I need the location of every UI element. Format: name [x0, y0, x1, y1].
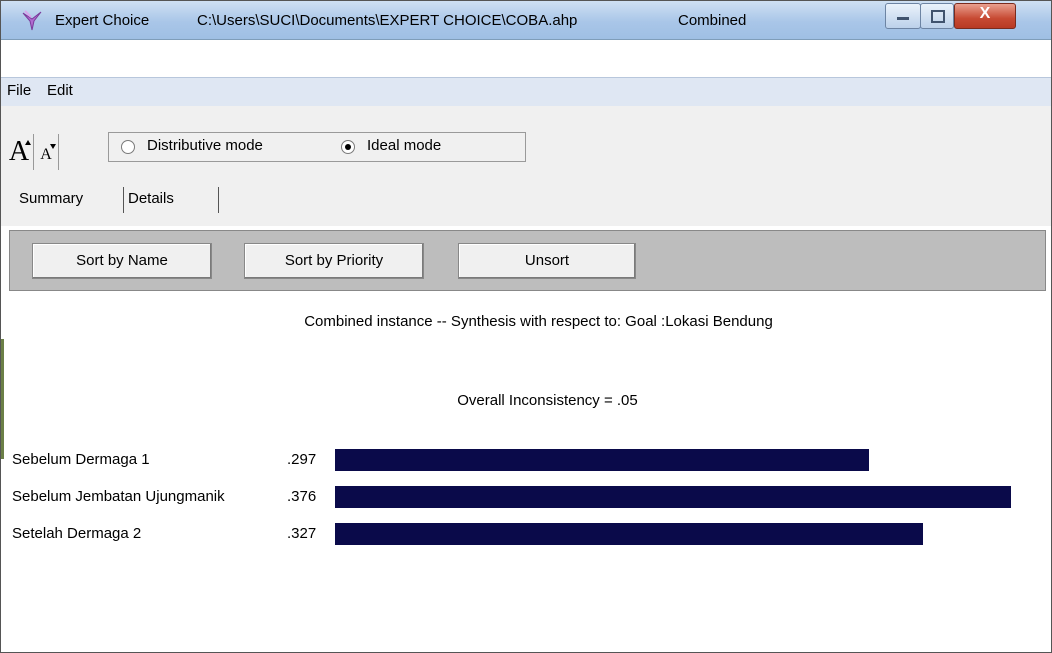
close-button[interactable]: X — [954, 3, 1016, 29]
priority-bar — [335, 486, 1011, 508]
minimize-icon — [897, 17, 909, 20]
decrease-font-button[interactable]: A — [33, 134, 59, 170]
maximize-icon — [931, 10, 945, 23]
tab-divider — [218, 187, 219, 213]
mode-radio-group: Distributive mode Ideal mode — [108, 132, 526, 162]
synthesis-panel: Combined instance -- Synthesis with resp… — [1, 291, 1051, 652]
alternative-priority-value: .297 — [287, 451, 317, 468]
synthesis-title: Combined instance -- Synthesis with resp… — [304, 313, 773, 330]
increase-font-button[interactable]: A — [7, 134, 31, 170]
ideal-mode-radio[interactable] — [341, 140, 355, 154]
unsort-button[interactable]: Unsort — [458, 243, 636, 279]
sort-by-priority-button[interactable]: Sort by Priority — [244, 243, 424, 279]
alternative-priority-value: .327 — [287, 525, 317, 542]
tab-divider — [123, 187, 124, 213]
expert-choice-logo-icon — [22, 10, 42, 31]
menu-edit[interactable]: Edit — [47, 82, 73, 99]
sort-bar: Sort by Name Sort by Priority Unsort — [9, 230, 1046, 291]
priority-bar — [335, 523, 923, 545]
alternative-name: Setelah Dermaga 2 — [12, 525, 142, 542]
window-title-app: Expert Choice — [55, 12, 150, 29]
left-edge-marker — [1, 339, 4, 459]
menu-file[interactable]: File — [7, 82, 31, 99]
menu-bar: File Edit — [1, 77, 1051, 107]
title-bar[interactable]: Expert Choice C:\Users\SUCI\Documents\EX… — [1, 1, 1051, 40]
sort-by-name-button[interactable]: Sort by Name — [32, 243, 212, 279]
ideal-mode-label[interactable]: Ideal mode — [367, 137, 441, 154]
alternative-name: Sebelum Jembatan Ujungmanik — [12, 488, 225, 505]
distributive-mode-label[interactable]: Distributive mode — [147, 137, 263, 154]
expert-choice-window: Expert Choice C:\Users\SUCI\Documents\EX… — [0, 0, 1052, 653]
overall-inconsistency: Overall Inconsistency = .05 — [457, 392, 638, 409]
tab-details[interactable]: Details — [128, 184, 218, 220]
maximize-button[interactable] — [920, 3, 954, 29]
distributive-mode-radio[interactable] — [121, 140, 135, 154]
window-title-path: C:\Users\SUCI\Documents\EXPERT CHOICE\CO… — [197, 12, 578, 29]
minimize-button[interactable] — [885, 3, 921, 29]
priority-bar — [335, 449, 869, 471]
close-icon: X — [979, 5, 991, 22]
window-title-mode: Combined — [678, 12, 747, 29]
alternative-name: Sebelum Dermaga 1 — [12, 451, 150, 468]
alternative-priority-value: .376 — [287, 488, 317, 505]
tab-summary[interactable]: Summary — [19, 184, 121, 220]
